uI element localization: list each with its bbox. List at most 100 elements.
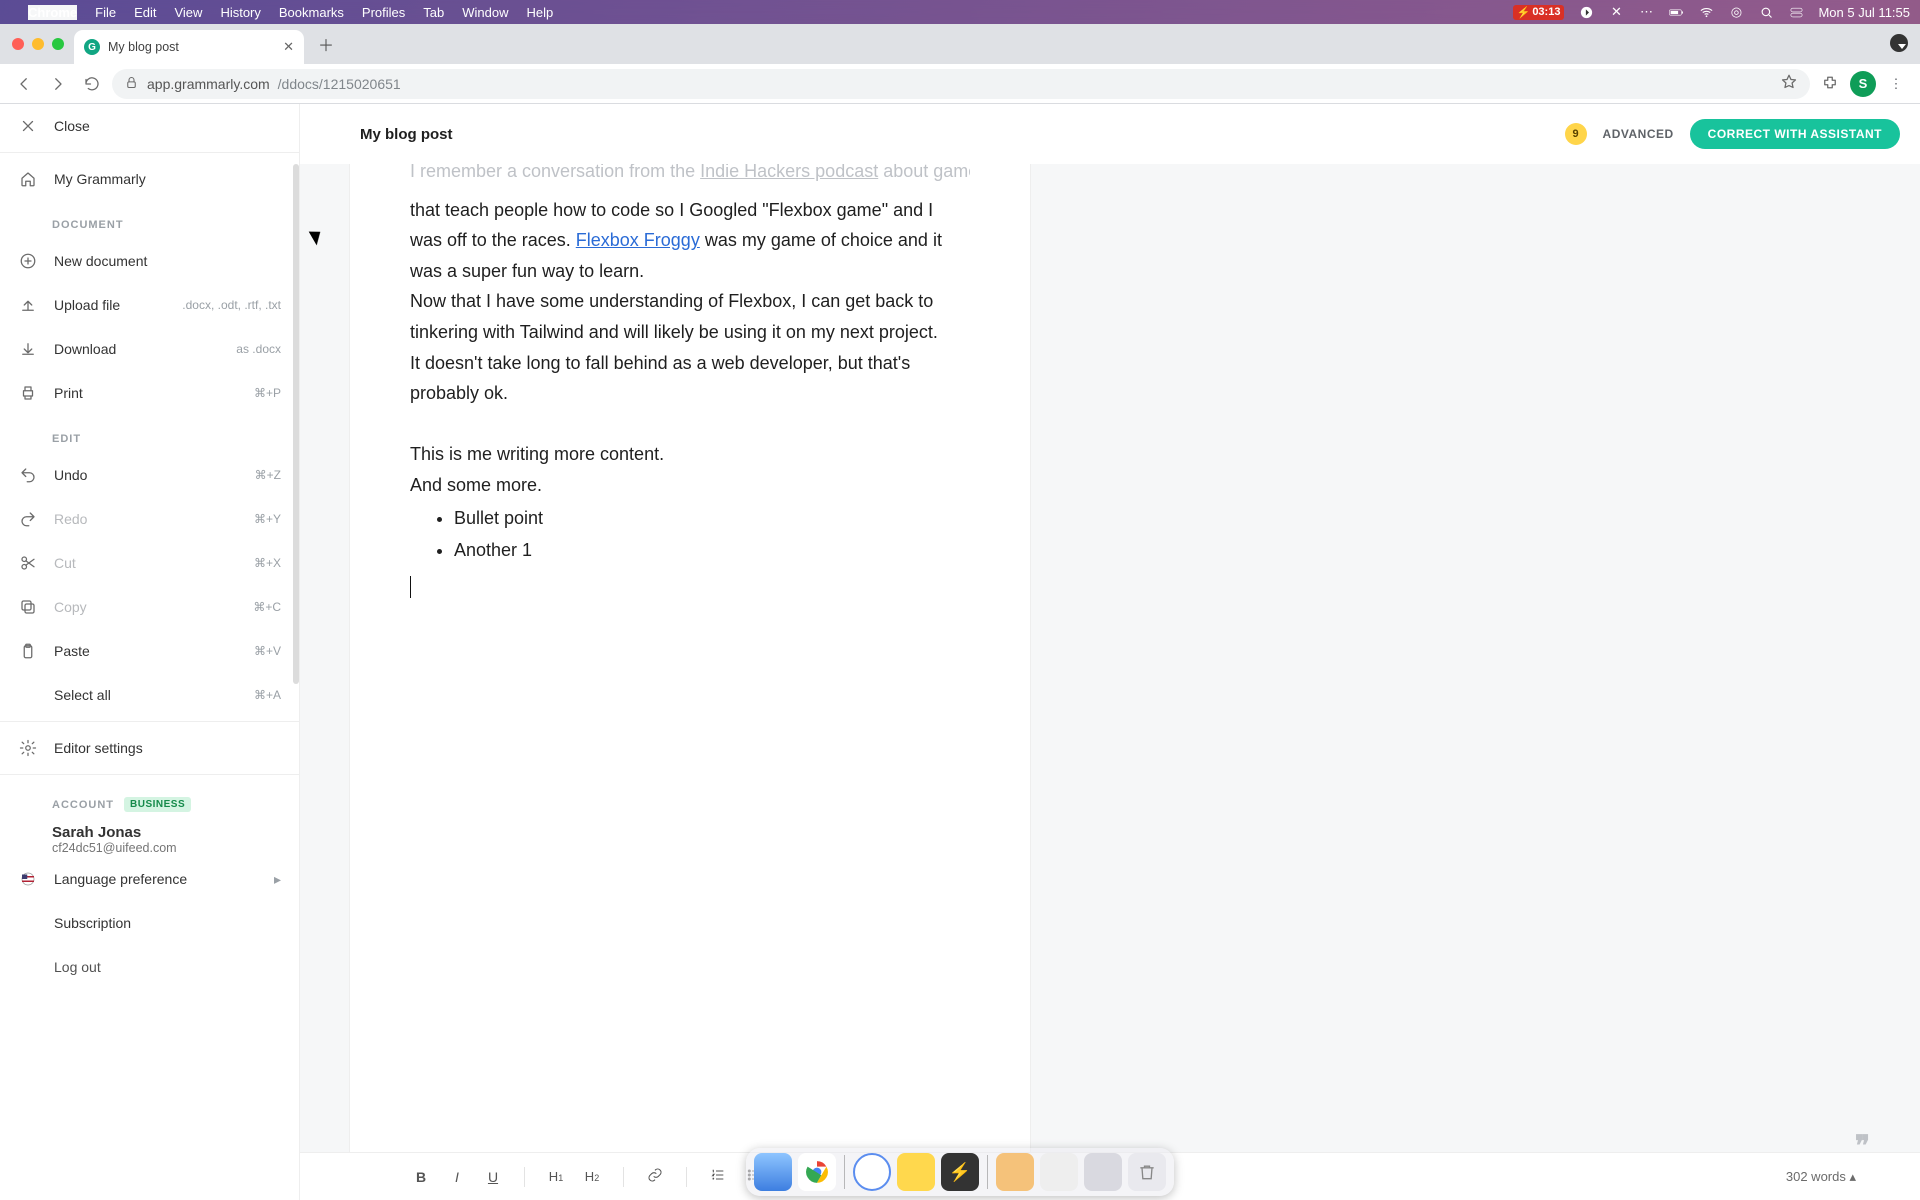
- link-button[interactable]: [644, 1167, 666, 1186]
- heading1-button[interactable]: H1: [545, 1169, 567, 1184]
- window-controls[interactable]: [8, 24, 74, 64]
- tab-overflow-icon[interactable]: [1890, 34, 1908, 52]
- new-document-button[interactable]: New document: [0, 239, 299, 283]
- my-grammarly-link[interactable]: My Grammarly: [0, 157, 299, 201]
- forward-button[interactable]: [44, 70, 72, 98]
- list-item[interactable]: Bullet point: [454, 503, 970, 534]
- dock-app-icon[interactable]: ⚡: [941, 1153, 979, 1191]
- print-label: Print: [54, 385, 83, 401]
- dock-finder-icon[interactable]: [754, 1153, 792, 1191]
- editor-settings-label: Editor settings: [54, 740, 143, 756]
- close-window-icon[interactable]: [12, 38, 24, 50]
- document-paper[interactable]: I remember a conversation from the Indie…: [350, 164, 1030, 1152]
- menu-window[interactable]: Window: [462, 5, 508, 20]
- menubar-status-icon-4[interactable]: ◎: [1728, 4, 1744, 20]
- word-count[interactable]: 302 words ▴: [1786, 1169, 1856, 1185]
- paragraph[interactable]: It doesn't take long to fall behind as a…: [410, 348, 970, 409]
- battery-icon[interactable]: [1668, 5, 1684, 20]
- undo-icon: [18, 466, 38, 484]
- my-grammarly-label: My Grammarly: [54, 171, 146, 187]
- list-item[interactable]: Another 1: [454, 535, 970, 566]
- logout-button[interactable]: Log out: [0, 945, 299, 989]
- blockquote-icon[interactable]: ❞: [1855, 1129, 1870, 1162]
- maximize-window-icon[interactable]: [52, 38, 64, 50]
- mac-dock[interactable]: ⚡: [746, 1148, 1174, 1196]
- paragraph[interactable]: [410, 409, 970, 440]
- address-bar[interactable]: app.grammarly.com/ddocs/1215020651: [112, 69, 1810, 99]
- menu-bookmarks[interactable]: Bookmarks: [279, 5, 344, 20]
- new-tab-button[interactable]: ＋: [312, 30, 340, 58]
- close-button[interactable]: Close: [0, 104, 299, 148]
- extensions-icon[interactable]: [1816, 70, 1844, 98]
- spotlight-icon[interactable]: [1758, 5, 1774, 20]
- subscription-button[interactable]: Subscription: [0, 901, 299, 945]
- cut-label: Cut: [54, 555, 76, 571]
- back-button[interactable]: [10, 70, 38, 98]
- menu-history[interactable]: History: [220, 5, 260, 20]
- dock-app-icon[interactable]: [897, 1153, 935, 1191]
- upload-file-button[interactable]: Upload file .docx, .odt, .rtf, .txt: [0, 283, 299, 327]
- minimize-window-icon[interactable]: [32, 38, 44, 50]
- paragraph[interactable]: And some more.: [410, 470, 970, 501]
- underline-button[interactable]: U: [482, 1169, 504, 1185]
- menu-profiles[interactable]: Profiles: [362, 5, 405, 20]
- reload-button[interactable]: [78, 70, 106, 98]
- chrome-menu-icon[interactable]: ⋮: [1882, 70, 1910, 98]
- copy-button[interactable]: Copy ⌘+C: [0, 585, 299, 629]
- correct-with-assistant-button[interactable]: CORRECT WITH ASSISTANT: [1690, 119, 1900, 149]
- undo-button[interactable]: Undo ⌘+Z: [0, 453, 299, 497]
- dock-app-icon[interactable]: [1040, 1153, 1078, 1191]
- profile-avatar[interactable]: S: [1850, 71, 1876, 97]
- menu-help[interactable]: Help: [527, 5, 554, 20]
- menubar-datetime[interactable]: Mon 5 Jul 11:55: [1818, 5, 1910, 20]
- section-document: DOCUMENT: [0, 201, 299, 239]
- bookmark-star-icon[interactable]: [1780, 73, 1798, 94]
- menubar-app[interactable]: Chrome: [28, 5, 77, 20]
- menubar-status-icon-2[interactable]: ✕: [1608, 4, 1624, 20]
- download-button[interactable]: Download as .docx: [0, 327, 299, 371]
- menu-edit[interactable]: Edit: [134, 5, 156, 20]
- menu-tab[interactable]: Tab: [423, 5, 444, 20]
- menubar-status-icon-1[interactable]: [1578, 5, 1594, 20]
- bullet-list[interactable]: Bullet point Another 1: [410, 503, 970, 566]
- cut-button[interactable]: Cut ⌘+X: [0, 541, 299, 585]
- menu-file[interactable]: File: [95, 5, 116, 20]
- language-preference-button[interactable]: Language preference ▸: [0, 857, 299, 901]
- redo-button[interactable]: Redo ⌘+Y: [0, 497, 299, 541]
- document-title[interactable]: My blog post: [360, 126, 453, 143]
- link-flexbox-froggy[interactable]: Flexbox Froggy: [576, 230, 700, 250]
- tab-title: My blog post: [108, 40, 179, 54]
- document-content[interactable]: I remember a conversation from the Indie…: [410, 164, 970, 607]
- dock-trash-icon[interactable]: [1128, 1153, 1166, 1191]
- advanced-label[interactable]: ADVANCED: [1603, 127, 1674, 141]
- control-center-icon[interactable]: [1788, 5, 1804, 20]
- wifi-icon[interactable]: [1698, 5, 1714, 20]
- lock-icon[interactable]: [124, 75, 139, 93]
- scissors-icon: [18, 554, 38, 572]
- dock-app-icon[interactable]: [1084, 1153, 1122, 1191]
- select-all-button[interactable]: Select all ⌘+A: [0, 673, 299, 717]
- sidebar-scrollbar[interactable]: [293, 164, 299, 684]
- score-badge[interactable]: 9: [1565, 123, 1587, 145]
- menubar-status-icon-3[interactable]: ⋯: [1638, 4, 1654, 20]
- browser-tab[interactable]: G My blog post ✕: [74, 30, 304, 64]
- battery-timer-icon[interactable]: ⚡03:13: [1513, 5, 1565, 20]
- italic-button[interactable]: I: [446, 1169, 468, 1185]
- paragraph[interactable]: Now that I have some understanding of Fl…: [410, 286, 970, 347]
- paragraph[interactable]: This is me writing more content.: [410, 439, 970, 470]
- bold-button[interactable]: B: [410, 1169, 432, 1185]
- tab-close-icon[interactable]: ✕: [283, 39, 294, 55]
- dock-folder-icon[interactable]: [996, 1153, 1034, 1191]
- dock-app-icon[interactable]: [853, 1153, 891, 1191]
- paste-button[interactable]: Paste ⌘+V: [0, 629, 299, 673]
- menu-view[interactable]: View: [174, 5, 202, 20]
- editor-main: My blog post 9 ADVANCED CORRECT WITH ASS…: [300, 104, 1920, 1200]
- ordered-list-button[interactable]: [707, 1167, 729, 1186]
- editor-settings-button[interactable]: Editor settings: [0, 726, 299, 770]
- user-name: Sarah Jonas: [52, 824, 281, 841]
- print-button[interactable]: Print ⌘+P: [0, 371, 299, 415]
- print-icon: [18, 384, 38, 402]
- paragraph[interactable]: that teach people how to code so I Googl…: [410, 195, 970, 287]
- heading2-button[interactable]: H2: [581, 1169, 603, 1184]
- dock-chrome-icon[interactable]: [798, 1153, 836, 1191]
